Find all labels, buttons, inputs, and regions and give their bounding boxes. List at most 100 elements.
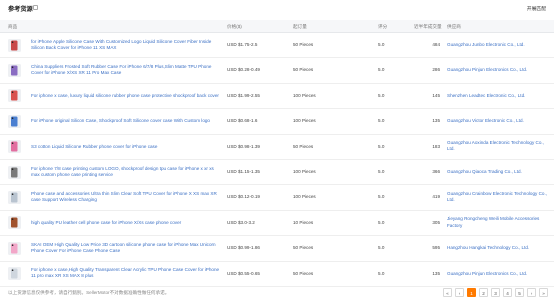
page-button-5[interactable]: 5	[515, 288, 524, 297]
column-moq: 起订量	[293, 23, 307, 29]
table-row[interactable]: Phone case and accessories Ultra thin Sl…	[0, 184, 554, 211]
half-year-volume: 183	[432, 143, 440, 149]
half-year-volume: 135	[432, 270, 440, 276]
table-row[interactable]: For iPhone original Silicon Case, Shockp…	[0, 108, 554, 135]
price-range: USD $0.12-0.19	[227, 194, 260, 200]
info-icon[interactable]	[33, 5, 38, 10]
prev-page-button[interactable]: ‹	[455, 288, 464, 297]
price-range: USD $0.99-1.86	[227, 245, 260, 251]
table-footer: 以上货源信息仅供参考，请自行甄别。SellerMotor不对数据准确性做任何承诺…	[0, 286, 554, 302]
min-order-quantity: 50 Pieces	[293, 42, 314, 47]
supplier-link[interactable]: Hangzhou Hangkai Technology Co., Ltd.	[447, 245, 551, 251]
column-product: 商品	[8, 23, 18, 29]
rating-score: 5.0	[378, 270, 385, 276]
product-thumbnail[interactable]	[8, 38, 21, 52]
table-row[interactable]: China Suppliers Frosted Soft Rubber Case…	[0, 57, 554, 84]
min-order-quantity: 50 Pieces	[293, 270, 314, 276]
half-year-volume: 286	[432, 67, 440, 73]
product-name-link[interactable]: S3 cotton Liquid Silicone Rubber phone c…	[31, 144, 221, 150]
product-thumbnail[interactable]	[8, 114, 21, 128]
product-name-link[interactable]: For iphone 7/8 case printing custom LOGO…	[31, 166, 221, 178]
panel-header: 参考货源 开展匹配	[0, 0, 554, 18]
last-page-button[interactable]: »	[539, 288, 548, 297]
product-name-link[interactable]: Phone case and accessories Ultra thin Sl…	[31, 191, 221, 203]
product-name-link[interactable]: SKAI OEM High Quality Low Price 3D carto…	[31, 242, 221, 254]
disclaimer-text: 以上货源信息仅供参考，请自行甄别。SellerMotor不对数据准确性做任何承诺…	[8, 290, 170, 295]
half-year-volume: 135	[432, 118, 440, 124]
product-name-link[interactable]: China Suppliers Frosted Soft Rubber Case…	[31, 64, 221, 76]
rating-score: 5.0	[378, 245, 385, 251]
next-page-button[interactable]: ›	[527, 288, 536, 297]
product-thumbnail[interactable]	[8, 190, 21, 204]
min-order-quantity: 100 Pieces	[293, 118, 316, 124]
page-button-1[interactable]: 1	[467, 288, 476, 297]
min-order-quantity: 50 Pieces	[293, 245, 314, 251]
rating-score: 5.0	[378, 67, 385, 73]
column-score: 评分	[378, 23, 388, 29]
column-yearly: 近半年成交量	[414, 23, 442, 29]
product-thumbnail[interactable]	[8, 140, 21, 154]
supplier-link[interactable]: Jieyang Rongcheng Weili Mobile Accessori…	[447, 216, 551, 228]
half-year-volume: 484	[432, 42, 440, 47]
price-range: USD $0.98-1.39	[227, 143, 260, 149]
product-thumbnail[interactable]	[8, 216, 21, 230]
supplier-link[interactable]: Guangzhou Pinjun Electronics Co., Ltd.	[447, 67, 551, 73]
product-name-link[interactable]: high quality PU leather cell phone case …	[31, 220, 221, 226]
price-range: USD $1.99-2.55	[227, 92, 260, 98]
min-order-quantity: 50 Pieces	[293, 67, 314, 73]
supplier-link[interactable]: Guangzhou Victor Electronic Co., Ltd.	[447, 118, 551, 124]
table-row[interactable]: for iPhone Apple Silicone Case With Cust…	[0, 32, 554, 59]
supplier-link[interactable]: Guangzhou Aoxinda Electronic Technology …	[447, 140, 551, 152]
column-price[interactable]: 价格($)	[227, 24, 242, 30]
product-name-link[interactable]: for iPhone Apple Silicone Case With Cust…	[31, 39, 221, 51]
product-name-link[interactable]: For iPhone original Silicon Case, Shockp…	[31, 118, 221, 124]
min-order-quantity: 10 Pieces	[293, 219, 314, 225]
product-thumbnail[interactable]	[8, 89, 21, 103]
price-range: USD $0.68-1.6	[227, 118, 258, 124]
page-button-4[interactable]: 4	[503, 288, 512, 297]
half-year-volume: 145	[432, 92, 440, 98]
half-year-volume: 595	[432, 245, 440, 251]
half-year-volume: 366	[432, 169, 440, 174]
supplier-link[interactable]: Shenzhen Leadtec Electronic Co., Ltd.	[447, 93, 551, 99]
product-name-link[interactable]: For iphone x case, luxury liquid silicon…	[31, 93, 221, 99]
product-thumbnail[interactable]	[8, 63, 21, 77]
supplier-link[interactable]: Guangzhou Crainbow Electronic Technology…	[447, 191, 551, 203]
rating-score: 5.0	[378, 169, 385, 174]
start-matching-link[interactable]: 开展匹配	[527, 5, 546, 12]
min-order-quantity: 100 Pieces	[293, 92, 316, 98]
rating-score: 5.0	[378, 143, 385, 149]
price-range: USD $0.28-0.49	[227, 67, 260, 73]
table-row[interactable]: high quality PU leather cell phone case …	[0, 210, 554, 237]
column-supplier: 供应商	[447, 23, 461, 29]
min-order-quantity: 50 Pieces	[293, 143, 314, 149]
rating-score: 5.0	[378, 92, 385, 98]
table-row[interactable]: SKAI OEM High Quality Low Price 3D carto…	[0, 235, 554, 262]
price-range: USD $0.55-0.65	[227, 270, 260, 276]
rating-score: 5.0	[378, 42, 385, 47]
table-row[interactable]: S3 cotton Liquid Silicone Rubber phone c…	[0, 134, 554, 160]
table-row[interactable]: For iphone x case,High Quality Transpare…	[0, 261, 554, 287]
page-button-2[interactable]: 2	[479, 288, 488, 297]
table-row[interactable]: For iphone x case, luxury liquid silicon…	[0, 83, 554, 110]
min-order-quantity: 100 Pieces	[293, 169, 316, 174]
panel-title: 参考货源	[8, 6, 33, 13]
rating-score: 5.0	[378, 194, 385, 200]
product-name-link[interactable]: For iphone x case,High Quality Transpare…	[31, 267, 221, 279]
pagination: « ‹ 1 2 3 4 5 › »	[443, 288, 548, 297]
price-range: USD $1.15-1.35	[227, 169, 260, 174]
supplier-link[interactable]: Guangzhou Pinjun Electronics Co., Ltd.	[447, 271, 551, 277]
product-thumbnail[interactable]	[8, 267, 21, 281]
supplier-link[interactable]: Guangzhou Qiaoca Trading Co., Ltd.	[447, 169, 551, 175]
product-thumbnail[interactable]	[8, 241, 21, 255]
supplier-link[interactable]: Guangzhou Junbo Electronic Co., Ltd.	[447, 42, 551, 48]
half-year-volume: 305	[432, 219, 440, 225]
first-page-button[interactable]: «	[443, 288, 452, 297]
price-range: USD $1.75-2.5	[227, 42, 258, 47]
rating-score: 5.0	[378, 219, 385, 225]
price-range: USD $3.0-3.2	[227, 219, 255, 225]
page-button-3[interactable]: 3	[491, 288, 500, 297]
table-row[interactable]: For iphone 7/8 case printing custom LOGO…	[0, 159, 554, 186]
product-thumbnail[interactable]	[8, 165, 21, 179]
rating-score: 5.0	[378, 118, 385, 124]
